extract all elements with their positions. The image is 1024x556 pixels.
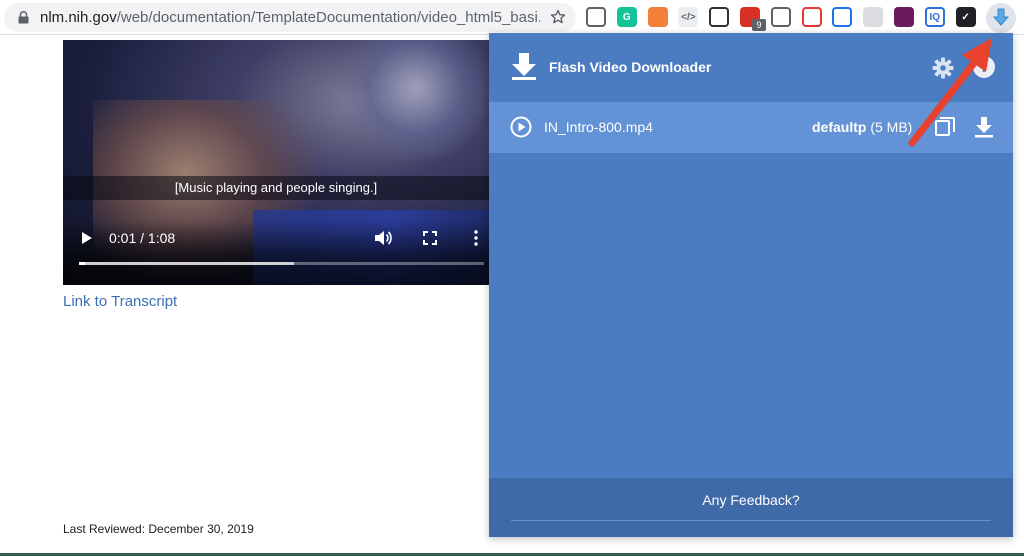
flash-video-downloader-extension-button[interactable] (986, 3, 1016, 33)
code-extension-icon[interactable]: </> (678, 7, 699, 27)
transcript-link[interactable]: Link to Transcript (63, 293, 177, 310)
footer-divider (511, 520, 991, 521)
video-caption: [Music playing and people singing.] (174, 180, 378, 195)
send-extension-icon[interactable] (832, 7, 853, 27)
url-text[interactable]: nlm.nih.gov/web/documentation/TemplateDo… (40, 9, 540, 26)
leaf-extension-icon[interactable] (709, 7, 730, 27)
video-file-name: IN_Intro-800.mp4 (544, 119, 653, 135)
privacy-shield-extension-icon[interactable] (586, 7, 606, 27)
grammarly-extension-icon[interactable]: G (616, 7, 637, 27)
text-extension-icon[interactable] (863, 7, 884, 27)
chart-extension-icon[interactable] (647, 7, 668, 27)
video-player[interactable]: [Music playing and people singing.] 0:01… (63, 40, 489, 285)
multicolor-extension-icon[interactable] (801, 7, 822, 27)
video-progress-bar[interactable] (79, 262, 484, 265)
url-host: nlm.nih.gov (40, 9, 117, 26)
video-time-display: 0:01 / 1:08 (109, 230, 176, 246)
video-played-bar (79, 262, 86, 265)
more-options-icon[interactable] (472, 230, 480, 246)
feedback-link[interactable]: Any Feedback? (489, 492, 1013, 509)
last-reviewed-text: Last Reviewed: December 30, 2019 (63, 522, 254, 536)
puzzle-extension-icon[interactable] (770, 7, 791, 27)
play-circle-icon[interactable] (510, 116, 532, 138)
popup-footer: Any Feedback? (489, 478, 1013, 537)
video-quality: defaultp (812, 119, 867, 135)
volume-icon[interactable] (374, 230, 392, 246)
video-frame-instrument (343, 40, 489, 160)
video-buffered-bar (79, 262, 294, 265)
popup-title: Flash Video Downloader (549, 59, 712, 75)
url-path: /web/documentation/TemplateDocumentation… (116, 9, 540, 26)
browser-toolbar: nlm.nih.gov/web/documentation/TemplateDo… (0, 0, 1024, 35)
extension-count-badge: 9 (752, 19, 766, 31)
purple-chart-extension-icon[interactable] (894, 7, 914, 27)
download-logo-icon (512, 53, 536, 80)
address-bar[interactable]: nlm.nih.gov/web/documentation/TemplateDo… (4, 3, 576, 32)
video-quality-size: defaultp (5 MB) (812, 119, 912, 136)
fullscreen-icon[interactable] (423, 231, 437, 245)
checkmark-extension-icon[interactable]: ✓ (955, 7, 976, 27)
annotation-arrow-icon (908, 38, 992, 147)
play-icon[interactable] (81, 231, 93, 245)
bookmark-star-icon[interactable] (550, 9, 566, 25)
lock-icon[interactable] (18, 11, 29, 24)
iq-extension-icon[interactable]: IQ (924, 7, 945, 27)
download-arrow-icon (993, 8, 1009, 26)
